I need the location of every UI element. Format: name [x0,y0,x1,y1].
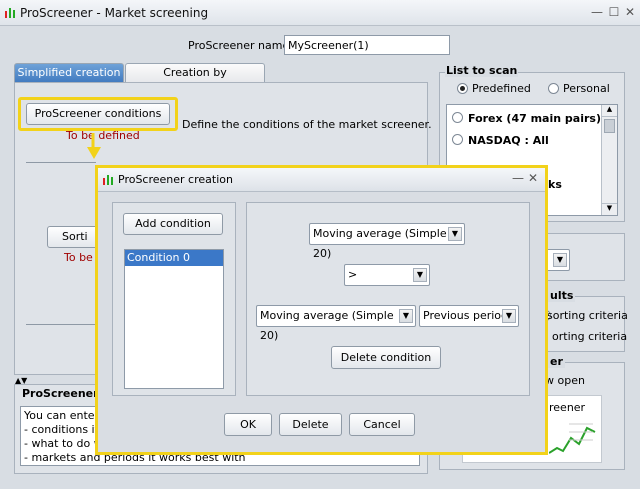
delete-condition-button[interactable]: Delete condition [331,346,441,369]
indicator-select-2[interactable]: Moving average (Simple 20) ▼ [256,305,416,342]
screener-name-input[interactable] [284,35,450,55]
minimize-icon[interactable]: — [590,5,604,19]
indicator-select-1[interactable]: Moving average (Simple 20) ▼ [309,223,465,260]
app-logo-icon [5,8,15,18]
period-select[interactable]: Previous period ▼ [419,305,519,327]
list-item-partial: ks [548,178,562,191]
divider [26,324,96,325]
condition-item[interactable]: Condition 0 [125,250,223,266]
list-item[interactable]: Forex (47 main pairs) [468,112,601,125]
conditions-description: Define the conditions of the market scre… [182,118,432,131]
thumbnail-label: reener [549,401,586,414]
proscreener-conditions-button[interactable]: ProScreener conditions [26,103,170,125]
results-title: ults [548,289,576,302]
divider [26,162,96,163]
dialog-title: ProScreener creation [118,173,233,186]
sorting-criteria-label: orting criteria [552,330,628,343]
title-bar: ProScreener - Market screening — ☐ ✕ [0,0,640,26]
list-to-scan-title: List to scan [445,64,519,77]
chart-thumbnail-icon [549,423,596,454]
operator-select[interactable]: > ▼ [344,264,430,286]
tab-creation-by-programming[interactable]: Creation by programming [125,63,265,97]
conditions-list[interactable]: Condition 0 [124,249,224,389]
arrow-down-icon [87,133,101,159]
sorting-status: To be [64,251,93,264]
app-logo-icon [103,175,113,185]
operator-select-value: > [348,268,358,281]
list-scrollbar[interactable]: ▲ ▼ [601,105,617,215]
radio-personal[interactable] [548,83,559,94]
dialog-close-icon[interactable]: ✕ [528,171,538,185]
ok-button[interactable]: OK [224,413,272,436]
chevron-down-icon: ▼ [413,268,427,282]
list-item[interactable]: NASDAQ : All [468,134,549,147]
list-radio[interactable] [452,112,463,123]
sorting-criteria-label: sorting criteria [547,309,628,322]
dialog-title-bar: ProScreener creation — ✕ [98,168,545,192]
radio-personal-label: Personal [563,82,610,95]
screener-name-label: ProScreener name [188,39,290,52]
chevron-down-icon: ▼ [448,227,462,241]
conditions-status: To be defined [66,129,140,142]
chevron-down-icon: ▼ [399,309,413,323]
delete-button[interactable]: Delete [279,413,342,436]
maximize-icon[interactable]: ☐ [607,5,621,19]
tab-simplified-creation[interactable]: Simplified creation [14,63,124,83]
window-title: ProScreener - Market screening [20,6,209,20]
now-open-label: w open [545,374,585,387]
add-condition-button[interactable]: Add condition [123,213,223,235]
description-title: ProScreener [22,387,99,400]
proscreener-creation-dialog: ProScreener creation — ✕ Add condition C… [95,165,548,455]
radio-predefined[interactable] [457,83,468,94]
close-icon[interactable]: ✕ [623,5,637,19]
open-title: er [548,355,565,368]
dialog-minimize-icon[interactable]: — [512,171,524,185]
period-select-value: Previous period [423,309,509,322]
cancel-button[interactable]: Cancel [349,413,415,436]
radio-predefined-label: Predefined [472,82,531,95]
chevron-down-icon: ▼ [502,309,516,323]
list-radio[interactable] [452,134,463,145]
